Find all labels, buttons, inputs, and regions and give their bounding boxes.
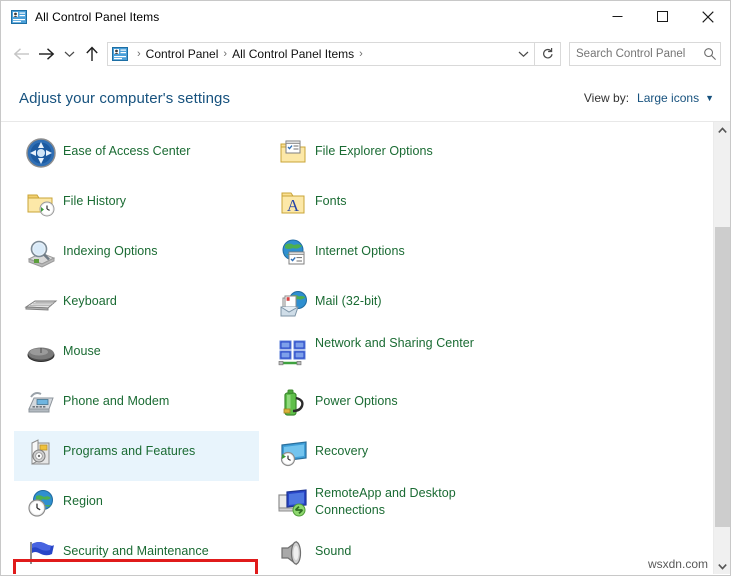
chevron-down-icon[interactable]: ▼: [705, 93, 714, 103]
recent-locations-button[interactable]: [59, 39, 79, 69]
view-by-control: View by: Large icons ▼: [584, 91, 714, 105]
item-label: RemoteApp and Desktop Connections: [315, 481, 511, 519]
item-keyboard[interactable]: Keyboard: [14, 281, 259, 331]
item-sound[interactable]: Sound: [266, 531, 511, 574]
item-indexing-options[interactable]: Indexing Options: [14, 231, 259, 281]
address-bar: › Control Panel › All Control Panel Item…: [1, 32, 730, 75]
item-power-options[interactable]: Power Options: [266, 381, 511, 431]
region-icon: [19, 481, 63, 521]
item-fonts[interactable]: A Fonts: [266, 181, 511, 231]
security-and-maintenance-icon: [19, 531, 63, 571]
page-header: Adjust your computer's settings View by:…: [1, 75, 730, 121]
item-label: Network and Sharing Center: [315, 331, 474, 352]
item-programs-and-features[interactable]: Programs and Features: [14, 431, 259, 481]
search-box[interactable]: [569, 42, 721, 66]
item-label: Security and Maintenance: [63, 531, 209, 560]
file-explorer-options-icon: [271, 131, 315, 171]
window-title: All Control Panel Items: [35, 10, 159, 24]
fonts-icon: A: [271, 181, 315, 221]
keyboard-icon: [19, 281, 63, 321]
svg-text:A: A: [287, 196, 300, 215]
item-label: Internet Options: [315, 231, 405, 260]
items-column-right: File Explorer Options A Fonts: [266, 131, 511, 574]
minimize-button[interactable]: [595, 1, 640, 32]
breadcrumb-trailing-separator[interactable]: ›: [354, 48, 368, 60]
recovery-icon: [271, 431, 315, 471]
scroll-up-button[interactable]: [714, 122, 730, 139]
maximize-button[interactable]: [640, 1, 685, 32]
vertical-scrollbar[interactable]: [713, 122, 730, 574]
mouse-icon: [19, 331, 63, 371]
search-input[interactable]: [570, 48, 700, 60]
control-panel-window: All Control Panel Items: [0, 0, 731, 576]
item-label: File History: [63, 181, 126, 210]
item-file-explorer-options[interactable]: File Explorer Options: [266, 131, 511, 181]
view-by-label: View by:: [584, 91, 629, 105]
forward-button[interactable]: [34, 39, 59, 69]
item-label: Keyboard: [63, 281, 117, 310]
programs-and-features-icon: [19, 431, 63, 471]
items-column-left: Ease of Access Center: [14, 131, 259, 574]
watermark: wsxdn.com: [648, 557, 708, 571]
item-label: Region: [63, 481, 103, 510]
item-ease-of-access-center[interactable]: Ease of Access Center: [14, 131, 259, 181]
item-label: Programs and Features: [63, 431, 195, 460]
item-phone-and-modem[interactable]: Phone and Modem: [14, 381, 259, 431]
back-button[interactable]: [9, 39, 34, 69]
page-title: Adjust your computer's settings: [19, 90, 230, 107]
file-history-icon: [19, 181, 63, 221]
mail-icon: [271, 281, 315, 321]
breadcrumb-control-panel-icon: [112, 46, 128, 62]
internet-options-icon: [271, 231, 315, 271]
scrollbar-thumb[interactable]: [715, 227, 730, 527]
sound-icon: [271, 531, 315, 571]
breadcrumb[interactable]: › Control Panel › All Control Panel Item…: [107, 42, 535, 66]
network-and-sharing-center-icon: [271, 331, 315, 371]
item-label: Fonts: [315, 181, 347, 210]
item-label: Ease of Access Center: [63, 131, 191, 160]
control-panel-icon: [11, 9, 27, 25]
item-file-history[interactable]: File History: [14, 181, 259, 231]
item-label: Mail (32-bit): [315, 281, 382, 310]
item-region[interactable]: Region: [14, 481, 259, 531]
item-label: Phone and Modem: [63, 381, 169, 410]
item-label: Sound: [315, 531, 351, 560]
breadcrumb-separator: ›: [132, 48, 146, 60]
window-controls: [595, 1, 730, 32]
breadcrumb-item-control-panel[interactable]: Control Panel: [146, 47, 219, 61]
scroll-down-button[interactable]: [714, 558, 730, 574]
title-bar: All Control Panel Items: [1, 1, 730, 32]
breadcrumb-separator: ›: [218, 48, 232, 60]
indexing-options-icon: [19, 231, 63, 271]
power-options-icon: [271, 381, 315, 421]
item-remoteapp-and-desktop-connections[interactable]: RemoteApp and Desktop Connections: [266, 481, 511, 531]
chevron-down-icon[interactable]: [512, 50, 534, 58]
item-label: Mouse: [63, 331, 101, 360]
item-security-and-maintenance[interactable]: Security and Maintenance: [14, 531, 259, 574]
item-label: Indexing Options: [63, 231, 158, 260]
refresh-button[interactable]: [535, 42, 561, 66]
items-area: Ease of Access Center: [1, 121, 730, 574]
remoteapp-and-desktop-connections-icon: [271, 481, 315, 521]
search-icon[interactable]: [700, 47, 720, 61]
items-grid: Ease of Access Center: [1, 122, 713, 574]
item-recovery[interactable]: Recovery: [266, 431, 511, 481]
item-internet-options[interactable]: Internet Options: [266, 231, 511, 281]
item-label: File Explorer Options: [315, 131, 433, 160]
item-label: Recovery: [315, 431, 368, 460]
item-label: Power Options: [315, 381, 398, 410]
ease-of-access-icon: [19, 131, 63, 171]
item-mail[interactable]: Mail (32-bit): [266, 281, 511, 331]
up-button[interactable]: [79, 39, 104, 69]
item-network-and-sharing-center[interactable]: Network and Sharing Center: [266, 331, 511, 381]
view-by-value[interactable]: Large icons: [637, 91, 699, 105]
item-mouse[interactable]: Mouse: [14, 331, 259, 381]
close-button[interactable]: [685, 1, 730, 32]
breadcrumb-item-all-control-panel-items[interactable]: All Control Panel Items: [232, 47, 354, 61]
phone-and-modem-icon: [19, 381, 63, 421]
